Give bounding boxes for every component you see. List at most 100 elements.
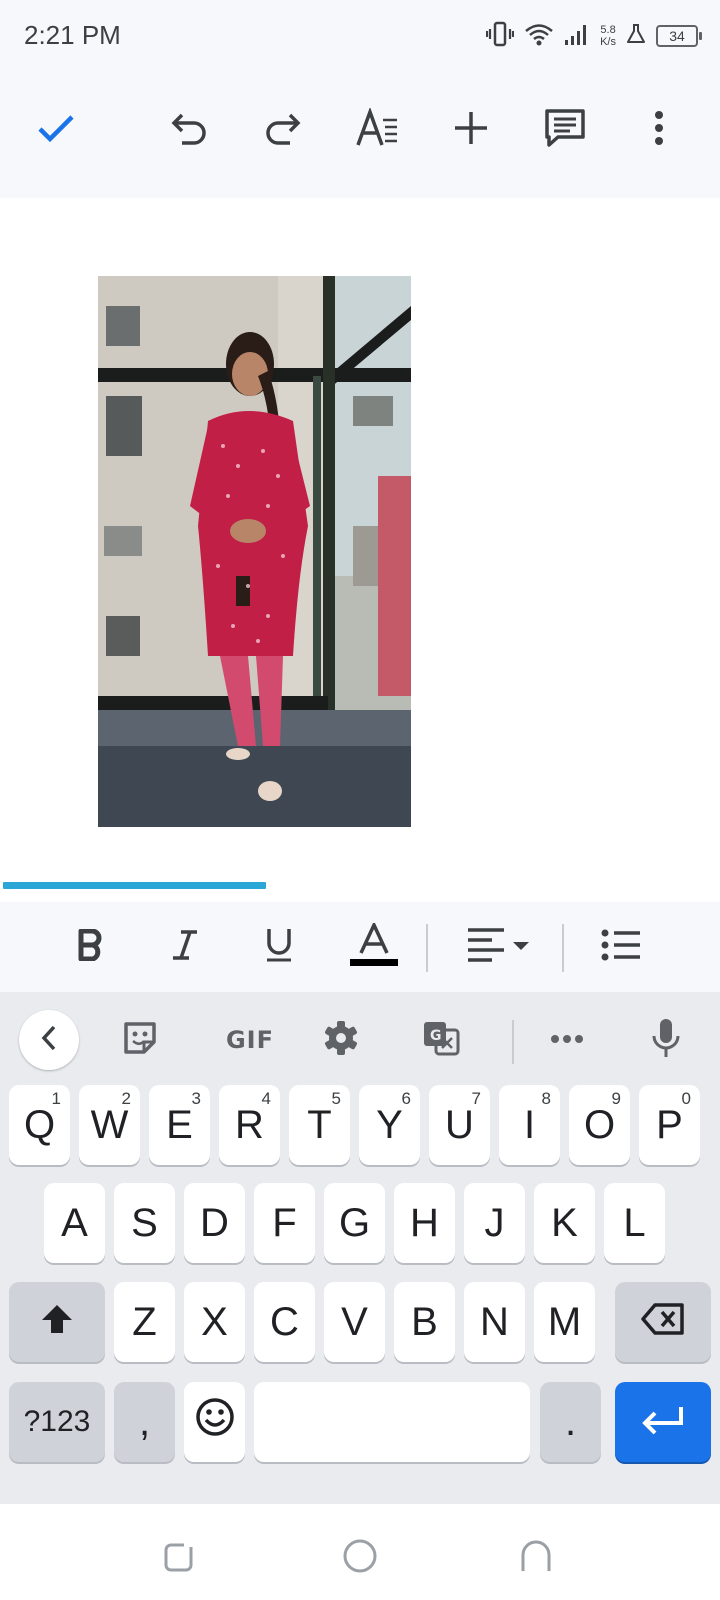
done-button[interactable] (28, 102, 84, 158)
insert-button[interactable] (443, 102, 499, 158)
inline-photo[interactable] (98, 276, 411, 827)
key-a[interactable]: A (44, 1183, 105, 1263)
bold-button[interactable] (64, 920, 118, 974)
redo-icon (264, 111, 302, 150)
net-speed: 5.8 K/s (600, 24, 616, 48)
align-left-icon (466, 927, 506, 968)
translate-icon: G (422, 1020, 460, 1061)
back-button[interactable] (512, 1534, 560, 1582)
text-format-icon (355, 106, 399, 153)
key-label: W (90, 1102, 129, 1147)
key-hint: 2 (121, 1089, 131, 1108)
key-label: O (583, 1102, 616, 1147)
key-j[interactable]: J (464, 1183, 525, 1263)
key-g[interactable]: G (324, 1183, 385, 1263)
svg-text:G: G (430, 1028, 442, 1044)
key-label: P (656, 1102, 683, 1147)
battery-indicator: 34 (656, 25, 702, 47)
key-d[interactable]: D (184, 1183, 245, 1263)
text-color-button[interactable] (346, 920, 402, 974)
key-label: U (445, 1102, 474, 1147)
back-icon (519, 1539, 553, 1578)
status-icons: 5.8 K/s 34 (485, 20, 702, 52)
key-r[interactable]: R4 (219, 1085, 280, 1165)
comment-button[interactable] (537, 102, 593, 158)
key-i[interactable]: I8 (499, 1085, 560, 1165)
space-key[interactable] (254, 1382, 530, 1462)
key-label: Y (376, 1102, 403, 1147)
emoji-icon (195, 1397, 235, 1447)
shift-key[interactable] (9, 1282, 105, 1362)
key-w[interactable]: W2 (79, 1085, 140, 1165)
backspace-key[interactable] (615, 1282, 711, 1362)
more-options-button[interactable] (631, 102, 687, 158)
key-x[interactable]: X (184, 1282, 245, 1362)
voice-input-button[interactable] (636, 1010, 696, 1070)
backspace-icon (641, 1300, 685, 1345)
undo-button[interactable] (161, 102, 217, 158)
keyboard-back-button[interactable] (19, 1010, 79, 1070)
key-hint: 6 (401, 1089, 411, 1108)
redo-button[interactable] (255, 102, 311, 158)
gif-label: GIF (225, 1026, 275, 1054)
key-p[interactable]: P0 (639, 1085, 700, 1165)
key-v[interactable]: V (324, 1282, 385, 1362)
bulleted-list-button[interactable] (594, 920, 648, 974)
enter-key[interactable] (615, 1382, 711, 1462)
document-canvas[interactable] (0, 198, 720, 890)
key-z[interactable]: Z (114, 1282, 175, 1362)
text-color-icon (350, 920, 398, 972)
key-l[interactable]: L (604, 1183, 665, 1263)
key-u[interactable]: U7 (429, 1085, 490, 1165)
home-button[interactable] (336, 1534, 384, 1582)
key-t[interactable]: T5 (289, 1085, 350, 1165)
bulleted-list-icon (601, 929, 641, 966)
chevron-down-icon (512, 938, 530, 956)
keyboard: GIF G Q1 W2 E3 R4 T5 Y6 U7 I8 O9 P 0 A S… (0, 992, 720, 1504)
key-b[interactable]: B (394, 1282, 455, 1362)
key-hint: 8 (541, 1089, 551, 1108)
keyboard-settings-button[interactable] (311, 1010, 371, 1070)
comma-key[interactable]: , (114, 1382, 175, 1462)
recents-button[interactable] (155, 1534, 203, 1582)
underline-button[interactable] (252, 920, 306, 974)
key-c[interactable]: C (254, 1282, 315, 1362)
key-n[interactable]: N (464, 1282, 525, 1362)
key-s[interactable]: S (114, 1183, 175, 1263)
gif-button[interactable]: GIF (210, 1010, 290, 1070)
shift-icon (40, 1300, 74, 1345)
back-chevron-icon (41, 1025, 57, 1056)
more-tools-button[interactable] (537, 1010, 597, 1070)
period-key[interactable]: . (540, 1382, 601, 1462)
translate-button[interactable]: G (411, 1010, 471, 1070)
key-q[interactable]: Q1 (9, 1085, 70, 1165)
key-e[interactable]: E3 (149, 1085, 210, 1165)
key-hint: 1 (51, 1089, 61, 1108)
more-vert-icon (653, 110, 665, 151)
key-label: R (235, 1102, 264, 1147)
keyboard-toolbar: GIF G (0, 992, 720, 1084)
key-y[interactable]: Y6 (359, 1085, 420, 1165)
emoji-key[interactable] (184, 1382, 245, 1462)
net-speed-value: 5.8 (600, 24, 616, 36)
sticker-button[interactable] (110, 1010, 170, 1070)
key-m[interactable]: M (534, 1282, 595, 1362)
symbols-key[interactable]: ?123 (9, 1382, 105, 1462)
key-h[interactable]: H (394, 1183, 455, 1263)
flask-icon (626, 23, 646, 50)
key-f[interactable]: F (254, 1183, 315, 1263)
align-dropdown[interactable] (462, 920, 534, 974)
key-hint: 3 (191, 1089, 201, 1108)
bold-icon (78, 928, 104, 966)
key-o[interactable]: O9 (569, 1085, 630, 1165)
text-format-button[interactable] (349, 102, 405, 158)
navigation-bar (0, 1504, 720, 1600)
key-label: I (523, 1102, 536, 1147)
format-toolbar (0, 902, 720, 992)
key-k[interactable]: K (534, 1183, 595, 1263)
key-hint: 9 (611, 1089, 621, 1108)
status-bar: 2:21 PM 5.8 K/s 34 (0, 0, 720, 72)
mic-icon (651, 1018, 681, 1063)
toolbar-separator (512, 1020, 514, 1064)
italic-button[interactable] (158, 920, 212, 974)
